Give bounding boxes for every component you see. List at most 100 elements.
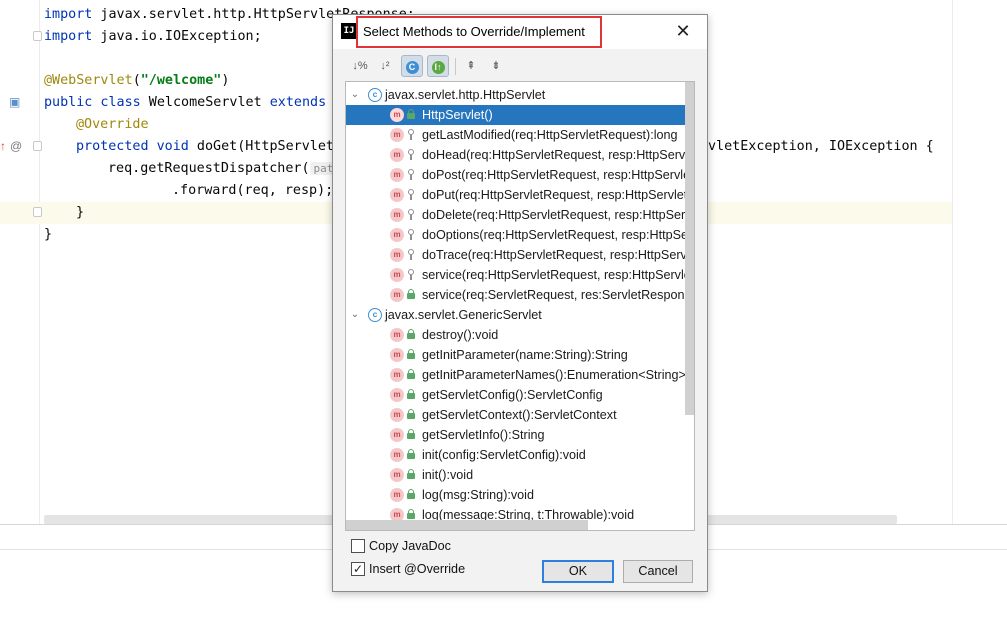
interface-icon: I↑ — [431, 60, 445, 74]
code-keyword: public class — [44, 95, 141, 110]
tree-method-item[interactable]: m log(msg:String):void — [346, 485, 694, 505]
method-icon: m — [390, 368, 404, 382]
insert-override-checkbox[interactable]: ✓ — [351, 562, 365, 576]
protected-visibility-icon — [408, 269, 414, 280]
fold-marker-icon[interactable] — [33, 207, 42, 217]
collapse-all-button[interactable]: ⇟ — [485, 55, 507, 77]
fold-marker-icon[interactable] — [33, 141, 42, 151]
public-visibility-icon — [407, 489, 415, 499]
tree-method-item[interactable]: m doTrace(req:HttpServletRequest, resp:Ht… — [346, 245, 694, 265]
copy-javadoc-label[interactable]: Copy JavaDoc — [369, 539, 451, 553]
code-text: } — [44, 227, 53, 242]
show-classes-button[interactable]: C — [401, 55, 423, 77]
dialog-title: Select Methods to Override/Implement — [363, 24, 585, 39]
method-icon: m — [390, 448, 404, 462]
method-label: getServletContext():ServletContext — [422, 408, 617, 422]
code-line: .forward(req, resp); — [172, 180, 333, 202]
tree-method-item[interactable]: m doPut(req:HttpServletRequest, resp:Http… — [346, 185, 694, 205]
method-icon: m — [390, 408, 404, 422]
tree-method-item[interactable]: m init(config:ServletConfig):void — [346, 445, 694, 465]
method-icon: m — [390, 488, 404, 502]
method-label: getInitParameter(name:String):String — [422, 348, 628, 362]
code-keyword: import — [44, 7, 93, 22]
tree-method-item[interactable]: m init():void — [346, 465, 694, 485]
override-arrow-icon[interactable]: ↑ — [0, 139, 6, 153]
code-line: } — [44, 224, 52, 246]
show-interfaces-button[interactable]: I↑ — [427, 55, 449, 77]
sort-by-visibility-button[interactable]: ↓% — [349, 55, 371, 77]
tree-method-item[interactable]: m destroy():void — [346, 325, 694, 345]
class-node-label: javax.servlet.GenericServlet — [385, 308, 542, 322]
protected-visibility-icon — [408, 129, 414, 140]
protected-visibility-icon — [408, 189, 414, 200]
protected-visibility-icon — [408, 169, 414, 180]
code-annotation: @Override — [76, 117, 149, 132]
tree-method-item[interactable]: m doPost(req:HttpServletRequest, resp:Htt… — [346, 165, 694, 185]
tree-class-node[interactable]: ⌄ c javax.servlet.http.HttpServlet — [346, 85, 694, 105]
fold-marker-icon[interactable] — [33, 31, 42, 41]
tree-method-item[interactable]: m getInitParameter(name:String):String — [346, 345, 694, 365]
public-visibility-icon — [407, 369, 415, 379]
method-icon: m — [390, 268, 404, 282]
tree-method-item[interactable]: m service(req:HttpServletRequest, resp:Ht… — [346, 265, 694, 285]
method-label: doPost(req:HttpServletRequest, resp:Http… — [422, 168, 694, 182]
code-text: doGet(HttpServlet — [188, 139, 334, 154]
code-line: @WebServlet("/welcome") — [44, 70, 229, 92]
tree-method-item[interactable]: m doDelete(req:HttpServletRequest, resp:H… — [346, 205, 694, 225]
ok-button[interactable]: OK — [542, 560, 614, 583]
method-label: init(config:ServletConfig):void — [422, 448, 586, 462]
tree-horizontal-scrollbar[interactable] — [346, 520, 588, 530]
method-icon: m — [390, 168, 404, 182]
override-methods-dialog: IJ Select Methods to Override/Implement … — [332, 14, 708, 592]
right-margin-guide — [952, 0, 953, 525]
code-text: ) — [221, 73, 230, 88]
tree-method-item[interactable]: m HttpServlet() — [346, 105, 694, 125]
insert-override-label[interactable]: Insert @Override — [369, 562, 465, 576]
tree-method-item[interactable]: m getServletConfig():ServletConfig — [346, 385, 694, 405]
expand-all-button[interactable]: ⇞ — [460, 55, 482, 77]
method-label: getLastModified(req:HttpServletRequest):… — [422, 128, 678, 142]
tree-method-item[interactable]: m doHead(req:HttpServletRequest, resp:Htt… — [346, 145, 694, 165]
method-icon: m — [390, 428, 404, 442]
code-keyword: protected void — [76, 139, 189, 154]
tree-class-node[interactable]: ⌄ c javax.servlet.GenericServlet — [346, 305, 694, 325]
tree-method-item[interactable]: m getServletContext():ServletContext — [346, 405, 694, 425]
tree-method-item[interactable]: m doOptions(req:HttpServletRequest, resp:… — [346, 225, 694, 245]
tree-method-item[interactable]: m getLastModified(req:HttpServletRequest)… — [346, 125, 694, 145]
public-visibility-icon — [407, 349, 415, 359]
editor-gutter — [0, 0, 40, 525]
dialog-titlebar[interactable]: IJ Select Methods to Override/Implement … — [333, 15, 707, 49]
tree-method-item[interactable]: m service(req:ServletRequest, res:Servlet… — [346, 285, 694, 305]
cancel-button[interactable]: Cancel — [623, 560, 693, 583]
code-text: vletException, IOException { — [708, 139, 934, 154]
chevron-down-icon[interactable]: ⌄ — [348, 305, 362, 325]
method-label: getServletConfig():ServletConfig — [422, 388, 603, 402]
method-icon: m — [390, 248, 404, 262]
toolbar-separator — [455, 58, 456, 75]
class-node-label: javax.servlet.http.HttpServlet — [385, 88, 546, 102]
method-icon: m — [390, 328, 404, 342]
copy-javadoc-checkbox[interactable] — [351, 539, 365, 553]
code-annotation: @WebServlet — [44, 73, 133, 88]
method-label: getInitParameterNames():Enumeration<Stri… — [422, 368, 686, 382]
code-keyword: extends — [269, 95, 327, 110]
method-label: doTrace(req:HttpServletRequest, resp:Htt… — [422, 248, 694, 262]
tree-method-item[interactable]: m getInitParameterNames():Enumeration<Str… — [346, 365, 694, 385]
web-servlet-gutter-icon[interactable]: ▣ — [9, 95, 20, 109]
sort-alphabetically-button[interactable]: ↓² — [374, 55, 396, 77]
code-line: public class WelcomeServlet extends — [44, 92, 326, 114]
method-label: service(req:HttpServletRequest, resp:Htt… — [422, 268, 694, 282]
public-visibility-icon — [407, 109, 415, 119]
tree-method-item[interactable]: m getServletInfo():String — [346, 425, 694, 445]
close-icon[interactable]: ✕ — [673, 22, 693, 42]
tree-vertical-scrollbar[interactable] — [685, 82, 694, 415]
method-label: service(req:ServletRequest, res:ServletR… — [422, 288, 694, 302]
annotation-gutter-icon[interactable]: @ — [10, 139, 22, 153]
method-label: doHead(req:HttpServletRequest, resp:Http… — [422, 148, 694, 162]
method-icon: m — [390, 108, 404, 122]
method-icon: m — [390, 288, 404, 302]
methods-tree[interactable]: ⌄ c javax.servlet.http.HttpServlet m HttpSer… — [345, 81, 695, 531]
chevron-down-icon[interactable]: ⌄ — [348, 85, 362, 105]
public-visibility-icon — [407, 409, 415, 419]
method-icon: m — [390, 128, 404, 142]
